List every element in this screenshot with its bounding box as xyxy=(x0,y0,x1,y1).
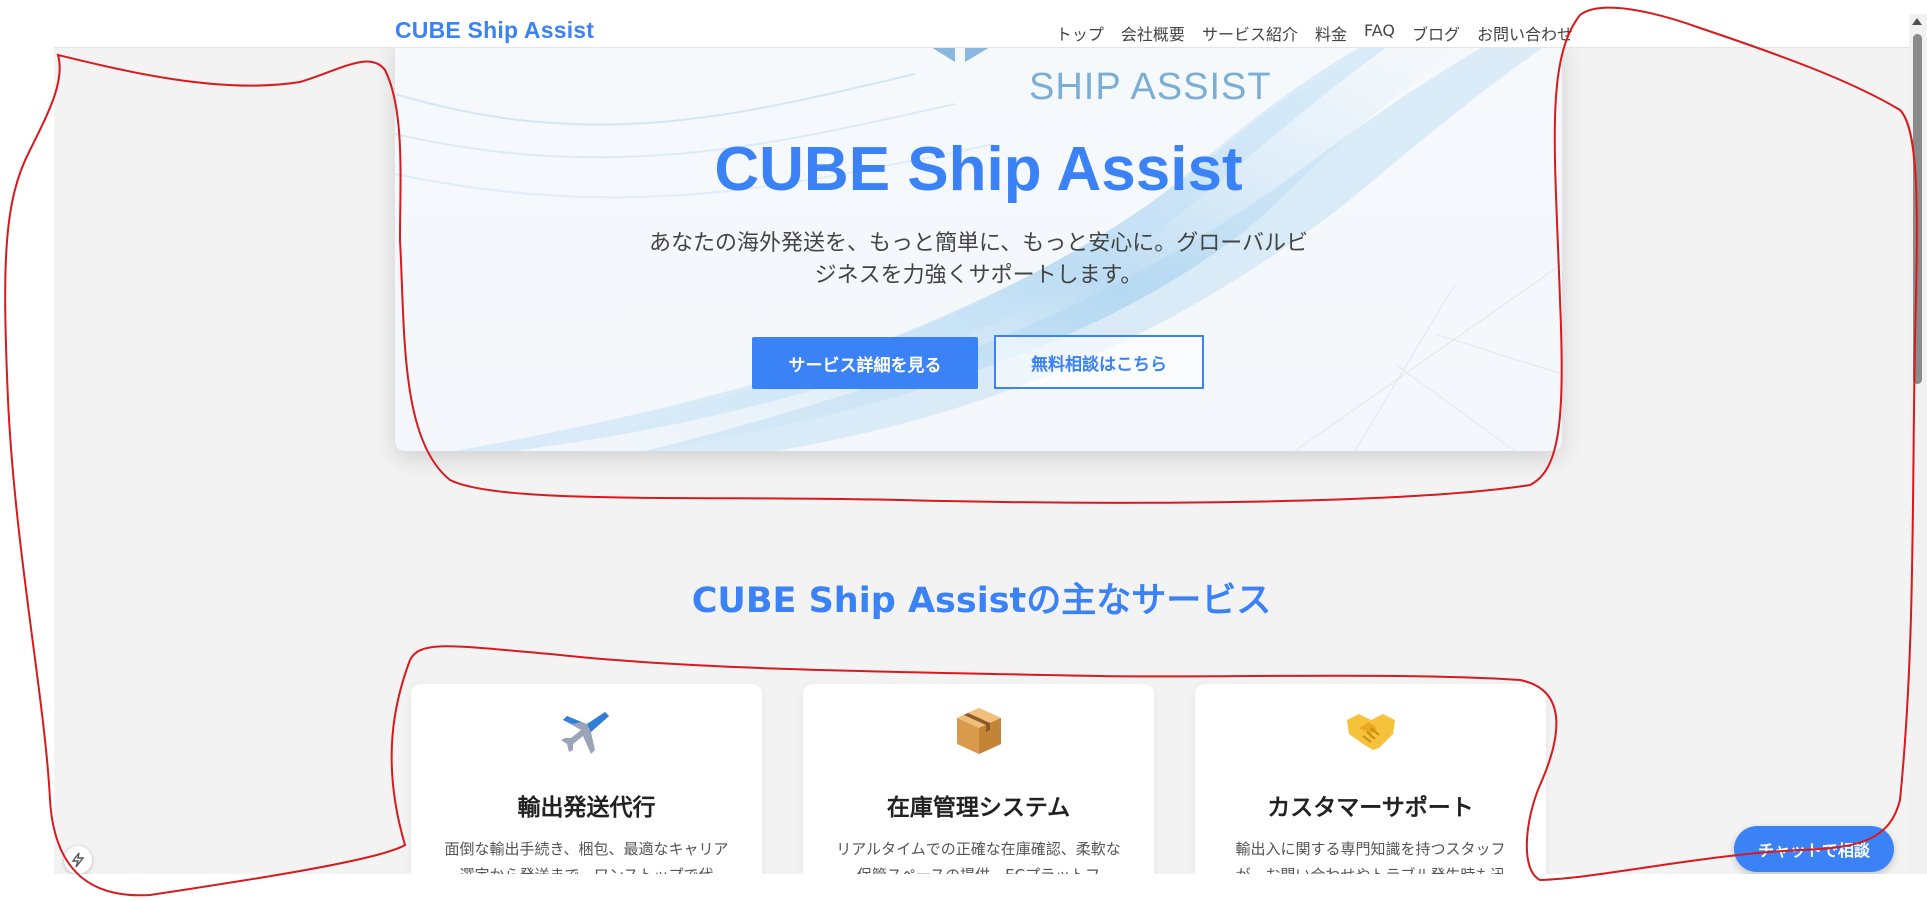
package-icon xyxy=(803,706,1154,756)
chat-button[interactable]: チャットで相談 xyxy=(1734,826,1894,872)
services-section-title: CUBE Ship Assistの主なサービス xyxy=(691,581,1272,621)
service-card-support[interactable]: カスタマーサポート 輸出入に関する専門知識を持つスタッフが、お問い合わせやトラブ… xyxy=(1195,684,1546,874)
service-card-title: 在庫管理システム xyxy=(886,795,1071,821)
handshake-icon xyxy=(1195,706,1546,754)
hero-subtitle: あなたの海外発送を、もっと簡単に、もっと安心に。グローバルビジネスを力強くサポー… xyxy=(648,231,1309,288)
service-card-desc: 面倒な輸出手続き、梱包、最適なキャリア選定から発送まで、ワンストップで代 xyxy=(444,840,729,874)
nav-item-top[interactable]: トップ xyxy=(1056,21,1104,45)
free-consultation-button[interactable]: 無料相談はこちら xyxy=(994,335,1204,389)
brand-logo[interactable]: CUBE Ship Assist xyxy=(395,17,594,44)
service-card-desc: 輸出入に関する専門知識を持つスタッフが、お問い合わせやトラブル発生時も迅 xyxy=(1235,840,1506,874)
nav-menu: トップ 会社概要 サービス紹介 料金 FAQ ブログ お問い合わせ xyxy=(1056,21,1573,45)
hero-logo-text: SHIP ASSIST xyxy=(1029,66,1272,108)
service-card-title: カスタマーサポート xyxy=(1267,795,1474,821)
service-card-title: 輸出発送代行 xyxy=(517,795,656,821)
airplane-icon xyxy=(411,706,762,758)
service-card-desc: リアルタイムでの正確な在庫確認、柔軟な保管スペースの提供。ECプラットフ xyxy=(836,840,1121,874)
nav-item-contact[interactable]: お問い合わせ xyxy=(1477,21,1573,45)
page: CUBE Ship Assist トップ 会社概要 サービス紹介 料金 FAQ … xyxy=(54,14,1909,874)
navbar: CUBE Ship Assist トップ 会社概要 サービス紹介 料金 FAQ … xyxy=(54,14,1909,48)
bolt-icon[interactable] xyxy=(64,846,92,874)
hero-title: CUBE Ship Assist xyxy=(714,135,1243,204)
nav-item-company[interactable]: 会社概要 xyxy=(1121,21,1185,45)
nav-item-faq[interactable]: FAQ xyxy=(1364,21,1395,45)
scrollbar-thumb[interactable] xyxy=(1913,34,1922,384)
nav-item-pricing[interactable]: 料金 xyxy=(1315,21,1347,45)
service-card-inventory[interactable]: 在庫管理システム リアルタイムでの正確な在庫確認、柔軟な保管スペースの提供。EC… xyxy=(803,684,1154,874)
nav-item-services[interactable]: サービス紹介 xyxy=(1202,21,1298,45)
service-details-button[interactable]: サービス詳細を見る xyxy=(752,337,978,389)
service-card-export[interactable]: 輸出発送代行 面倒な輸出手続き、梱包、最適なキャリア選定から発送まで、ワンストッ… xyxy=(411,684,762,874)
scroll-up-arrow-icon[interactable] xyxy=(1912,18,1922,25)
hero-section: SHIP ASSIST CUBE Ship Assist あなたの海外発送を、も… xyxy=(395,34,1562,451)
nav-item-blog[interactable]: ブログ xyxy=(1412,21,1460,45)
